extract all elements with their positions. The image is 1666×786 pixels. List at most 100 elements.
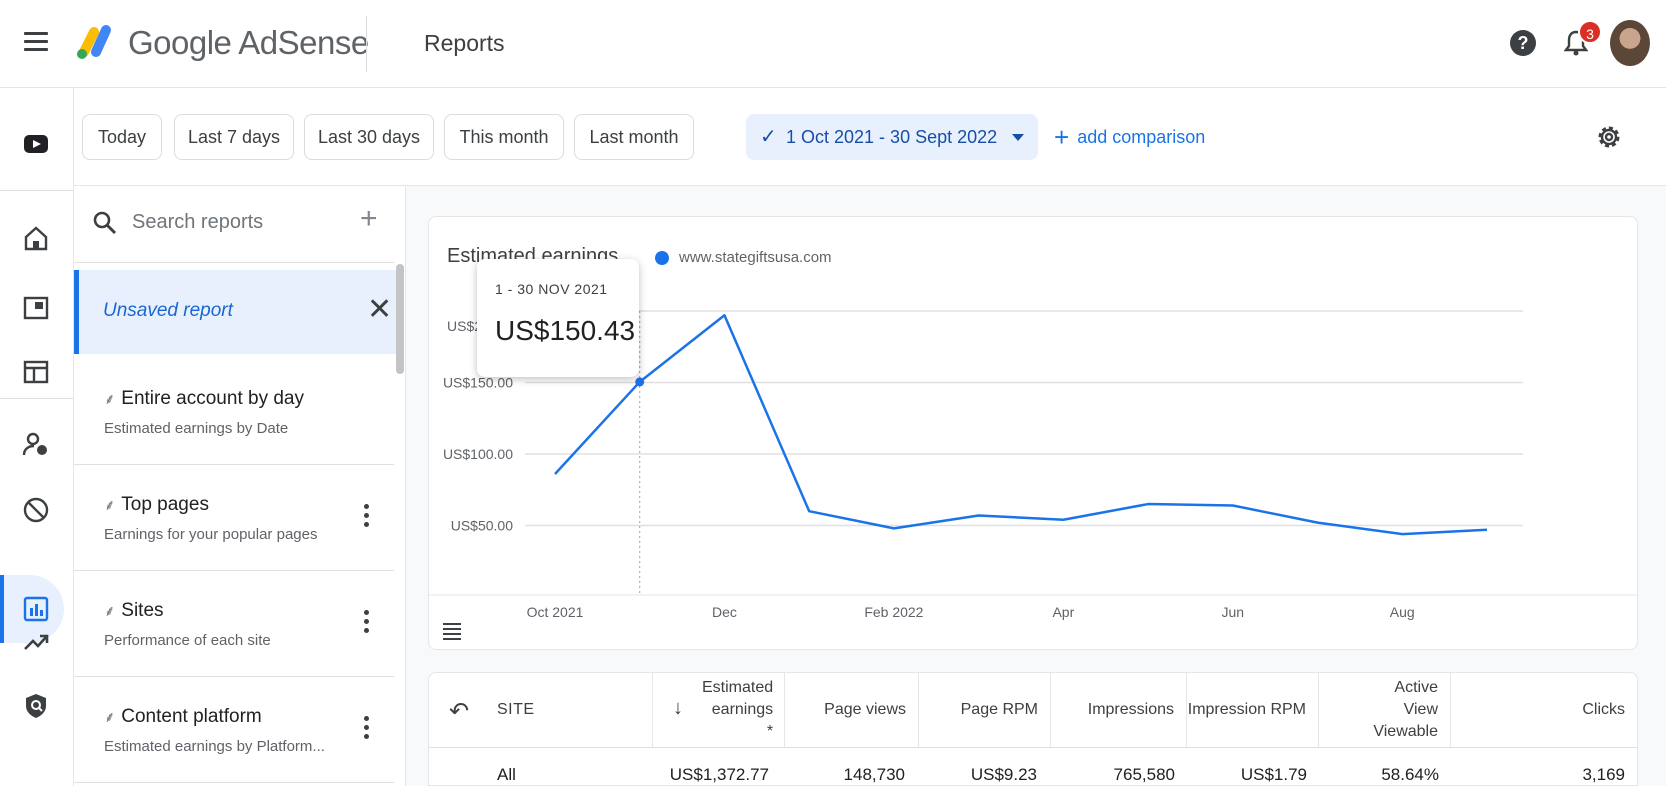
column-header-label: Impression RPM [1187, 701, 1306, 718]
column-header-label: Clicks [1582, 701, 1625, 718]
data-point [635, 377, 645, 387]
column-header-label: Page views [824, 701, 906, 718]
sort-arrow-down-icon: ↓ [673, 697, 683, 719]
date-filter-bar: Today Last 7 days Last 30 days This mont… [74, 88, 1666, 186]
table-cell-active-view: 58.64% [1381, 765, 1439, 784]
sites-icon[interactable] [22, 358, 50, 386]
hamburger-menu-icon[interactable] [24, 32, 48, 52]
table-cell-page-views: 148,730 [843, 765, 905, 784]
column-header-page-rpm[interactable]: Page RPM [919, 673, 1051, 747]
unsaved-report-item[interactable]: Unsaved report ✕ [74, 270, 396, 354]
column-header-active-view-viewable[interactable]: Active View Viewable [1319, 673, 1451, 747]
report-subtitle: Performance of each site [104, 632, 271, 649]
earnings-chart-card: Estimated earnings www.stategiftsusa.com… [428, 216, 1638, 650]
report-item-top-pages[interactable]: ⸙ Top pages Earnings for your popular pag… [74, 464, 396, 570]
report-item-content-platform[interactable]: ⸙ Content platform Estimated earnings by … [74, 676, 396, 782]
report-title: Entire account by day [121, 388, 304, 409]
unsaved-report-label: Unsaved report [103, 300, 233, 321]
x-tick-label: Dec [712, 604, 737, 620]
sparkle-icon: ⸙ [104, 603, 116, 620]
report-title: Content platform [121, 706, 262, 727]
top-app-bar: Google AdSense Reports ? 3 [0, 0, 1666, 88]
column-header-site[interactable]: ↶ SITE [429, 673, 653, 747]
column-header-label: Page RPM [960, 701, 1038, 718]
search-icon [93, 211, 117, 235]
column-header-clicks[interactable]: Clicks [1451, 673, 1637, 747]
youtube-icon[interactable] [22, 130, 50, 158]
date-range-label: 1 Oct 2021 - 30 Sept 2022 [786, 127, 998, 147]
panel-scrollbar[interactable] [396, 264, 404, 374]
close-icon[interactable]: ✕ [367, 292, 392, 327]
column-header-page-views[interactable]: Page views [785, 673, 919, 747]
divider [366, 16, 367, 72]
table-view-icon[interactable] [443, 623, 461, 640]
gear-icon[interactable] [1594, 122, 1624, 152]
search-reports-input[interactable] [132, 204, 352, 240]
user-avatar[interactable] [1610, 20, 1650, 66]
chip-last-30-days[interactable]: Last 30 days [304, 114, 434, 160]
rail-divider [0, 190, 74, 191]
table-cell-clicks: 3,169 [1582, 765, 1625, 784]
y-tick-label: US$50.00 [451, 518, 513, 534]
add-comparison-label: add comparison [1077, 127, 1206, 147]
column-header-label: Active View Viewable [1373, 679, 1438, 740]
x-tick-label: Oct 2021 [527, 604, 584, 620]
rail-active-indicator [0, 575, 4, 643]
tooltip-value: US$150.43 [495, 315, 636, 346]
chip-last-7-days[interactable]: Last 7 days [174, 114, 294, 160]
blocking-controls-icon[interactable] [22, 496, 50, 524]
table-cell-site: All [497, 765, 516, 784]
privacy-messaging-icon[interactable] [22, 430, 50, 458]
x-tick-label: Apr [1052, 604, 1074, 620]
chart-tooltip: 1 - 30 NOV 2021 US$150.43 [477, 259, 639, 377]
ads-icon[interactable] [22, 294, 50, 322]
reports-icon[interactable] [22, 595, 50, 623]
page-title: Reports [424, 30, 505, 56]
saved-reports-panel: + Unsaved report ✕ ⸙ Entire account by da… [74, 186, 406, 786]
brand-name: Google AdSense [128, 24, 369, 61]
column-header-label: Estimated earnings * [702, 679, 774, 740]
y-tick-label: US$100.00 [443, 446, 513, 462]
column-header-impression-rpm[interactable]: Impression RPM [1187, 673, 1319, 747]
report-item-sites[interactable]: ⸙ Sites Performance of each site [74, 570, 396, 676]
x-tick-label: Feb 2022 [864, 604, 923, 620]
more-vert-icon[interactable] [364, 504, 370, 528]
chip-this-month[interactable]: This month [444, 114, 564, 160]
plus-icon: + [1054, 122, 1070, 152]
date-range-dropdown[interactable]: ✓ 1 Oct 2021 - 30 Sept 2022 [746, 114, 1038, 160]
chevron-down-icon [1012, 134, 1024, 141]
panel-divider [74, 262, 394, 263]
notification-count-badge: 3 [1578, 20, 1602, 44]
table-cell-impressions: 765,580 [1113, 765, 1175, 784]
x-tick-label: Aug [1390, 604, 1415, 620]
undo-icon[interactable]: ↶ [449, 697, 469, 726]
sparkle-icon: ⸙ [104, 391, 116, 408]
optimization-icon[interactable] [22, 628, 50, 656]
x-tick-label: Jun [1222, 604, 1245, 620]
add-report-plus-icon[interactable]: + [360, 202, 378, 236]
home-icon[interactable] [22, 224, 50, 252]
column-header-impressions[interactable]: Impressions [1051, 673, 1187, 747]
more-vert-icon[interactable] [364, 716, 370, 740]
adsense-logo-icon [77, 25, 111, 59]
chip-last-month[interactable]: Last month [574, 114, 694, 160]
sparkle-icon: ⸙ [104, 709, 116, 726]
table-cell-impression-rpm: US$1.79 [1240, 765, 1307, 784]
rail-divider [0, 398, 74, 399]
report-title: Top pages [121, 494, 209, 515]
add-comparison-button[interactable]: + add comparison [1054, 114, 1205, 160]
more-vert-icon[interactable] [364, 610, 370, 634]
help-icon[interactable]: ? [1510, 30, 1536, 56]
report-item-entire-account[interactable]: ⸙ Entire account by day Estimated earning… [74, 358, 396, 464]
table-cell-page-rpm: US$9.23 [970, 765, 1037, 784]
report-title: Sites [121, 600, 164, 621]
column-header-estimated-earnings[interactable]: ↓ Estimated earnings * [653, 673, 785, 747]
policy-center-icon[interactable] [22, 692, 50, 720]
chip-today[interactable]: Today [82, 114, 162, 160]
tooltip-date: 1 - 30 NOV 2021 [495, 281, 608, 297]
table-header-divider [429, 747, 1637, 748]
navigation-rail [0, 88, 74, 786]
panel-divider [74, 782, 394, 783]
series-line [554, 314, 1488, 536]
column-header-label: Impressions [1087, 701, 1174, 718]
